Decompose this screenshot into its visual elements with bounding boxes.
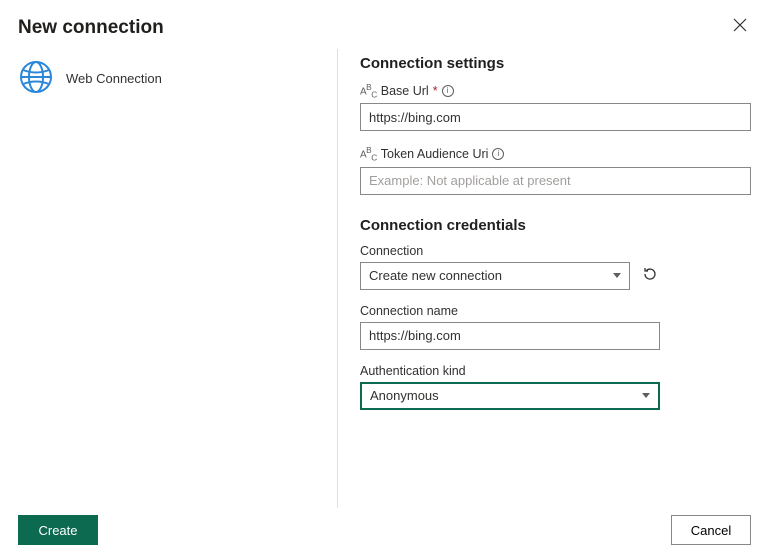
chevron-down-icon xyxy=(642,393,650,398)
base-url-input[interactable] xyxy=(360,103,751,131)
dialog-title: New connection xyxy=(18,17,164,39)
connector-item-web[interactable]: Web Connection xyxy=(18,55,337,102)
section-connection-settings: Connection settings xyxy=(360,55,751,72)
chevron-down-icon xyxy=(613,273,621,278)
base-url-label: Base Url xyxy=(381,84,429,98)
connection-label: Connection xyxy=(360,244,423,258)
connection-select-value: Create new connection xyxy=(369,268,502,283)
text-type-icon: ABC xyxy=(360,145,377,162)
section-connection-credentials: Connection credentials xyxy=(360,217,751,234)
info-icon[interactable]: i xyxy=(492,148,504,160)
text-type-icon: ABC xyxy=(360,82,377,99)
required-marker: * xyxy=(433,84,438,98)
create-button[interactable]: Create xyxy=(18,515,98,545)
auth-kind-select[interactable]: Anonymous xyxy=(360,382,660,410)
token-audience-input[interactable] xyxy=(360,167,751,195)
close-button[interactable] xyxy=(729,14,751,41)
globe-icon xyxy=(18,59,54,98)
info-icon[interactable]: i xyxy=(442,85,454,97)
token-audience-label: Token Audience Uri xyxy=(381,147,489,161)
refresh-icon xyxy=(642,266,658,285)
cancel-button[interactable]: Cancel xyxy=(671,515,751,545)
close-icon xyxy=(733,19,747,36)
connector-item-label: Web Connection xyxy=(66,71,162,86)
auth-kind-select-value: Anonymous xyxy=(370,388,439,403)
connection-select[interactable]: Create new connection xyxy=(360,262,630,290)
auth-kind-label: Authentication kind xyxy=(360,364,466,378)
connection-name-label: Connection name xyxy=(360,304,458,318)
connection-name-input[interactable] xyxy=(360,322,660,350)
refresh-connections-button[interactable] xyxy=(640,264,660,287)
